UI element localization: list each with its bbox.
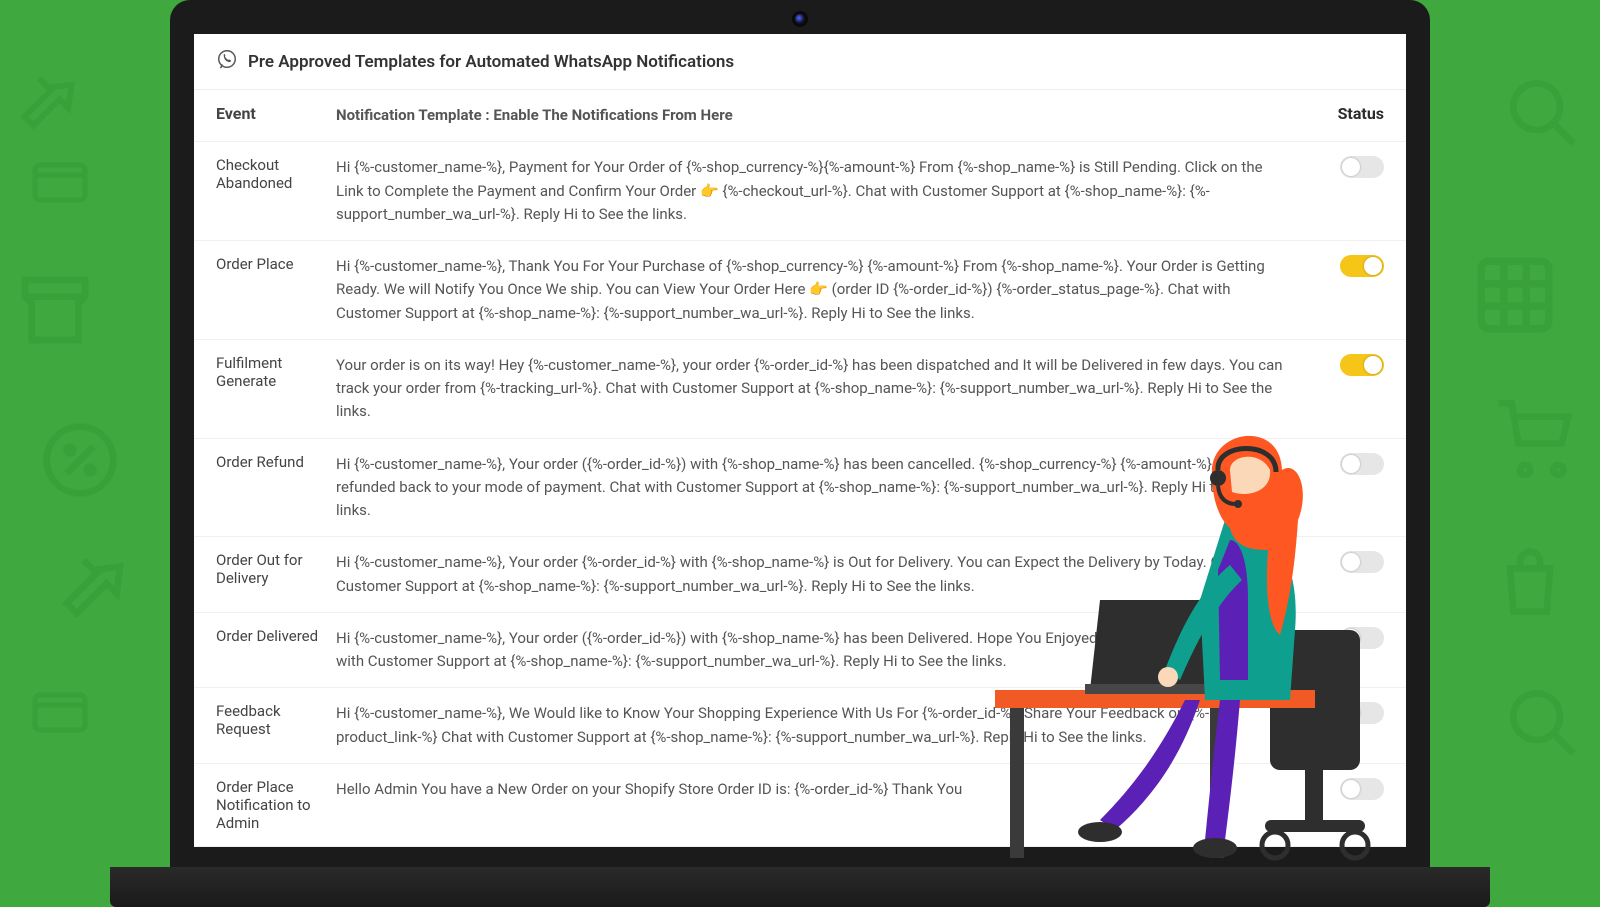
table-row: Order PlaceHi {%-customer_name-%}, Thank… bbox=[194, 241, 1406, 340]
event-name: Order Out for Delivery bbox=[216, 551, 336, 598]
status-toggle[interactable] bbox=[1340, 354, 1384, 376]
webcam-icon bbox=[795, 14, 805, 24]
status-cell bbox=[1314, 255, 1384, 325]
event-name: Order Place bbox=[216, 255, 336, 325]
table-row: Order Place Notification to AdminHello A… bbox=[194, 764, 1406, 847]
status-cell bbox=[1314, 453, 1384, 523]
status-cell bbox=[1314, 551, 1384, 598]
status-toggle[interactable] bbox=[1340, 255, 1384, 277]
status-toggle[interactable] bbox=[1340, 702, 1384, 724]
panel-header: Pre Approved Templates for Automated Wha… bbox=[194, 34, 1406, 90]
template-text: Hello Admin You have a New Order on your… bbox=[336, 778, 1314, 832]
templates-table: Event Notification Template : Enable The… bbox=[194, 90, 1406, 847]
status-cell bbox=[1314, 156, 1384, 226]
template-text: Hi {%-customer_name-%}, Your order ({%-o… bbox=[336, 453, 1314, 523]
template-text: Your order is on its way! Hey {%-custome… bbox=[336, 354, 1314, 424]
status-cell bbox=[1314, 627, 1384, 674]
status-toggle[interactable] bbox=[1340, 156, 1384, 178]
status-cell bbox=[1314, 354, 1384, 424]
table-row: Order Out for DeliveryHi {%-customer_nam… bbox=[194, 537, 1406, 613]
col-header-event: Event bbox=[216, 104, 336, 127]
laptop-frame: Pre Approved Templates for Automated Wha… bbox=[170, 0, 1430, 907]
laptop-bezel: Pre Approved Templates for Automated Wha… bbox=[170, 0, 1430, 867]
template-text: Hi {%-customer_name-%}, Your order ({%-o… bbox=[336, 627, 1314, 674]
table-header-row: Event Notification Template : Enable The… bbox=[194, 90, 1406, 142]
event-name: Order Refund bbox=[216, 453, 336, 523]
table-row: Fulfilment GenerateYour order is on its … bbox=[194, 340, 1406, 439]
template-text: Hi {%-customer_name-%}, Thank You For Yo… bbox=[336, 255, 1314, 325]
col-header-status: Status bbox=[1314, 104, 1384, 127]
panel-title: Pre Approved Templates for Automated Wha… bbox=[248, 52, 734, 72]
event-name: Order Place Notification to Admin bbox=[216, 778, 336, 832]
status-toggle[interactable] bbox=[1340, 551, 1384, 573]
event-name: Fulfilment Generate bbox=[216, 354, 336, 424]
status-toggle[interactable] bbox=[1340, 778, 1384, 800]
status-cell bbox=[1314, 778, 1384, 832]
template-text: Hi {%-customer_name-%}, Payment for Your… bbox=[336, 156, 1314, 226]
col-header-template: Notification Template : Enable The Notif… bbox=[336, 104, 1314, 127]
table-row: Checkout AbandonedHi {%-customer_name-%}… bbox=[194, 142, 1406, 241]
status-toggle[interactable] bbox=[1340, 627, 1384, 649]
event-name: Feedback Request bbox=[216, 702, 336, 749]
status-cell bbox=[1314, 702, 1384, 749]
template-text: Hi {%-customer_name-%}, We Would like to… bbox=[336, 702, 1314, 749]
table-row: Order RefundHi {%-customer_name-%}, Your… bbox=[194, 439, 1406, 538]
screen: Pre Approved Templates for Automated Wha… bbox=[194, 34, 1406, 847]
laptop-base bbox=[110, 867, 1490, 907]
table-row: Feedback RequestHi {%-customer_name-%}, … bbox=[194, 688, 1406, 764]
template-text: Hi {%-customer_name-%}, Your order {%-or… bbox=[336, 551, 1314, 598]
event-name: Order Delivered bbox=[216, 627, 336, 674]
status-toggle[interactable] bbox=[1340, 453, 1384, 475]
event-name: Checkout Abandoned bbox=[216, 156, 336, 226]
table-row: Order DeliveredHi {%-customer_name-%}, Y… bbox=[194, 613, 1406, 689]
whatsapp-icon bbox=[216, 48, 238, 75]
